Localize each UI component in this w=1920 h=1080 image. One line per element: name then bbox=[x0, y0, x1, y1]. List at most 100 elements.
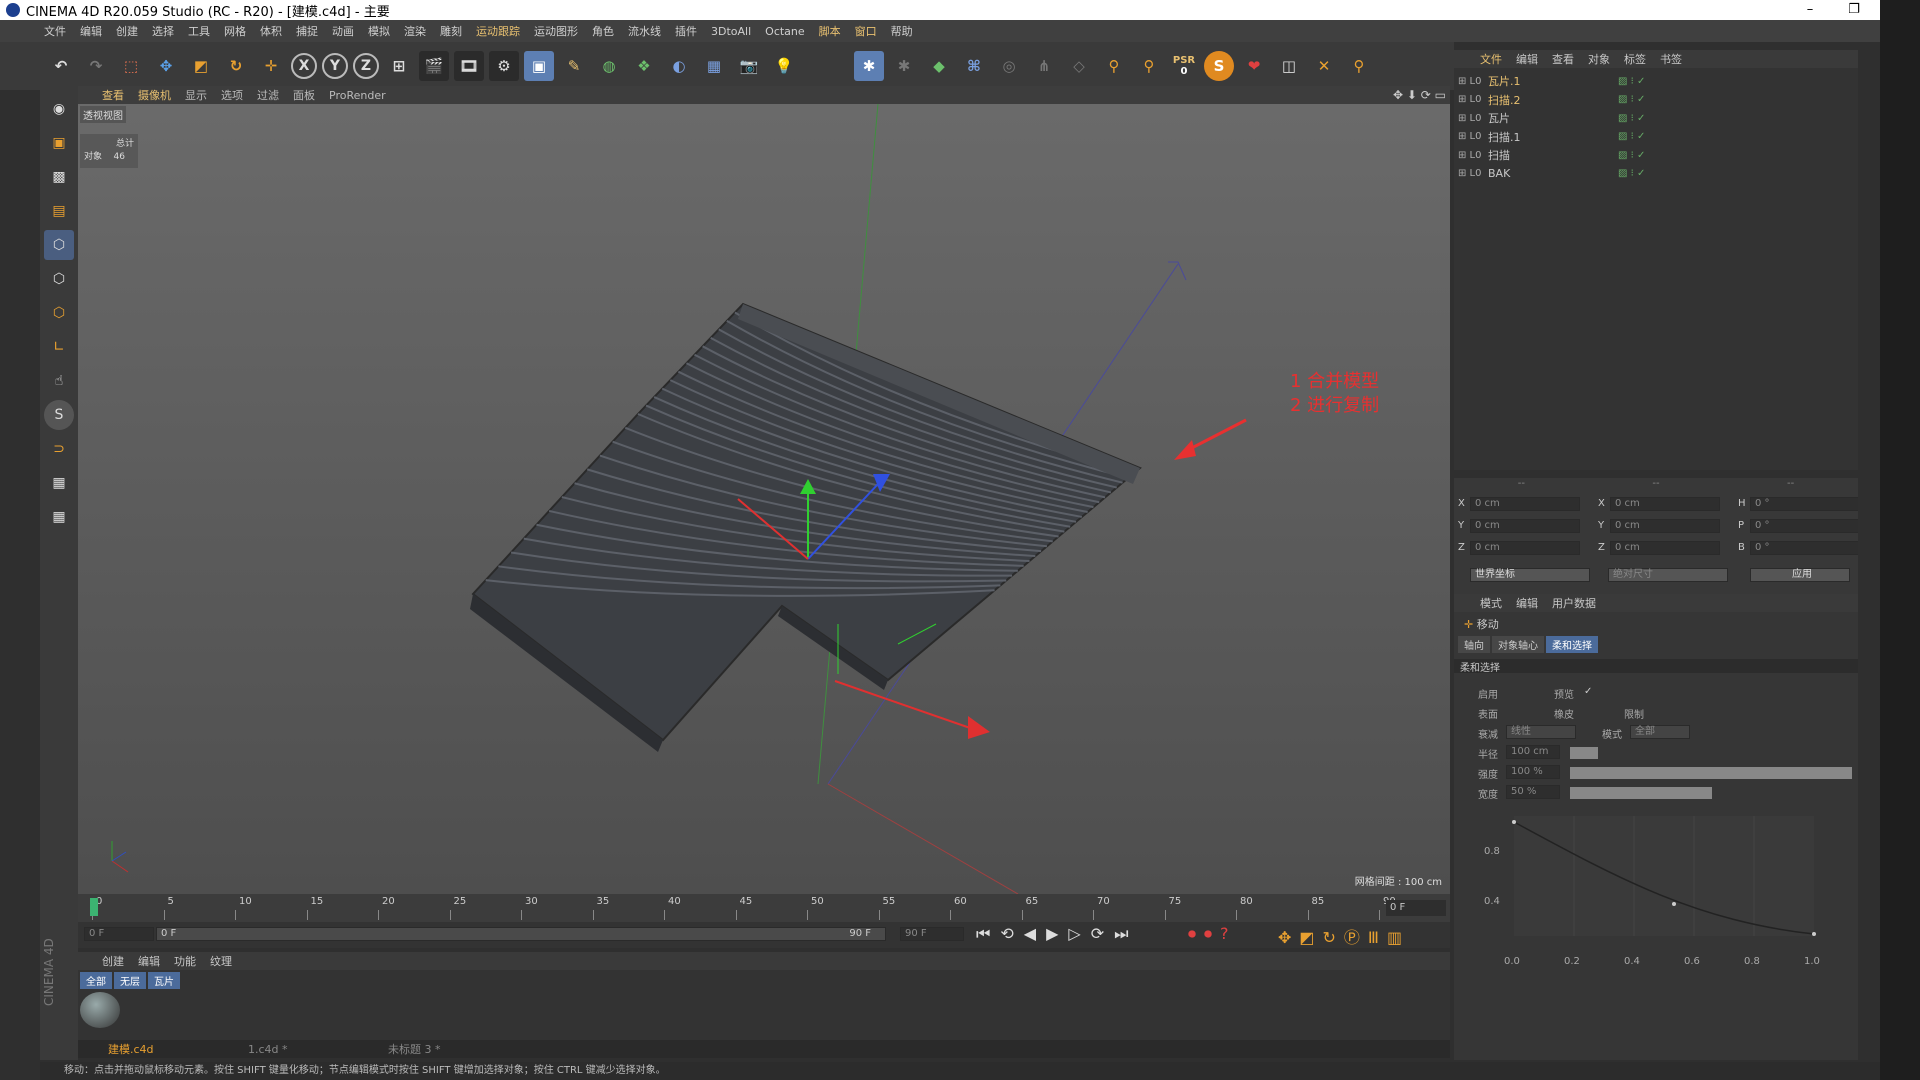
coordinate-system-icon[interactable]: ⊞ bbox=[384, 51, 414, 81]
material-filter-tab[interactable]: 无层 bbox=[114, 972, 146, 989]
viewport-menu-item[interactable]: 面板 bbox=[293, 87, 315, 103]
polygons-mode-icon[interactable]: ⬡ bbox=[44, 298, 74, 328]
object-row[interactable]: ⊞ L0 扫描.2 ▨ ⁝ ✓ bbox=[1458, 91, 1858, 109]
world-coord-dropdown[interactable]: 世界坐标 bbox=[1470, 568, 1590, 582]
menu-item[interactable]: 文件 bbox=[44, 23, 66, 39]
file-tab[interactable]: 未标题 3 * bbox=[358, 1041, 498, 1057]
range-slider[interactable]: 0 F 90 F bbox=[156, 927, 886, 941]
plugin-b-icon[interactable]: ✱ bbox=[889, 51, 919, 81]
attr-menu-item[interactable]: 编辑 bbox=[1516, 595, 1538, 611]
scale-tool-icon[interactable]: ◩ bbox=[186, 51, 216, 81]
menu-item[interactable]: 运动图形 bbox=[534, 23, 578, 39]
menu-item[interactable]: 运动跟踪 bbox=[476, 23, 520, 39]
floor-icon[interactable]: ▦ bbox=[699, 51, 729, 81]
magnet-icon[interactable]: ⊃ bbox=[44, 434, 74, 464]
undo-icon[interactable]: ↶ bbox=[46, 51, 76, 81]
material-thumbnail[interactable] bbox=[80, 992, 120, 1028]
object-row[interactable]: ⊞ L0 BAK ▨ ⁝ ✓ bbox=[1458, 165, 1858, 183]
preview-check-icon[interactable]: ✓ bbox=[1584, 686, 1592, 697]
material-menu-item[interactable]: 纹理 bbox=[210, 953, 232, 969]
menu-item[interactable]: 体积 bbox=[260, 23, 282, 39]
model-mode-icon[interactable]: ▣ bbox=[44, 128, 74, 158]
object-menu-item[interactable]: 文件 bbox=[1480, 51, 1502, 67]
render-settings-icon[interactable]: ⚙ bbox=[489, 51, 519, 81]
apply-button[interactable]: 应用 bbox=[1750, 568, 1850, 582]
coord-value-field[interactable]: 0 ° bbox=[1750, 497, 1860, 511]
menu-item[interactable]: 角色 bbox=[592, 23, 614, 39]
plugin-k-icon[interactable]: ✕ bbox=[1309, 51, 1339, 81]
max-frame-field[interactable]: 90 F bbox=[900, 927, 964, 941]
cube-primitive-icon[interactable]: ▣ bbox=[524, 51, 554, 81]
plugin-j-icon[interactable]: ◫ bbox=[1274, 51, 1304, 81]
menu-item[interactable]: 帮助 bbox=[891, 23, 913, 39]
object-row[interactable]: ⊞ L0 扫描.1 ▨ ⁝ ✓ bbox=[1458, 128, 1858, 146]
light-icon[interactable]: 💡 bbox=[769, 51, 799, 81]
file-tab[interactable]: 建模.c4d bbox=[78, 1041, 218, 1057]
object-menu-item[interactable]: 书签 bbox=[1660, 51, 1682, 67]
menu-item[interactable]: 渲染 bbox=[404, 23, 426, 39]
x-axis-lock-button[interactable]: X bbox=[291, 53, 317, 79]
edges-mode-icon[interactable]: ⬡ bbox=[44, 264, 74, 294]
menu-item[interactable]: Octane bbox=[765, 25, 805, 38]
material-menu-item[interactable]: 创建 bbox=[102, 953, 124, 969]
menu-item[interactable]: 工具 bbox=[188, 23, 210, 39]
rotate-tool-icon[interactable]: ↻ bbox=[221, 51, 251, 81]
coord-value-field[interactable]: 0 cm bbox=[1610, 541, 1720, 555]
material-filter-tab[interactable]: 全部 bbox=[80, 972, 112, 989]
psr-button[interactable]: PSR 0 bbox=[1169, 51, 1199, 81]
z-axis-lock-button[interactable]: Z bbox=[353, 53, 379, 79]
viewport-menu-item[interactable]: 显示 bbox=[185, 87, 207, 103]
visibility-icon[interactable]: ▨ ⁝ ✓ bbox=[1618, 168, 1645, 179]
visibility-icon[interactable]: ▨ ⁝ ✓ bbox=[1618, 76, 1645, 87]
coord-value-field[interactable]: 0 cm bbox=[1470, 541, 1580, 555]
timeline[interactable]: 051015202530354045505560657075808590 0 F bbox=[78, 894, 1450, 922]
tweak-mode-icon[interactable]: ☝ bbox=[44, 366, 74, 396]
plugin-f-icon[interactable]: ◇ bbox=[1064, 51, 1094, 81]
render-picture-icon[interactable]: 🎞 bbox=[454, 51, 484, 81]
coord-value-field[interactable]: 0 cm bbox=[1610, 497, 1720, 511]
attr-tab[interactable]: 柔和选择 bbox=[1546, 636, 1598, 653]
coord-value-field[interactable]: 0 ° bbox=[1750, 541, 1860, 555]
make-editable-icon[interactable]: ◉ bbox=[44, 94, 74, 124]
menu-item[interactable]: 雕刻 bbox=[440, 23, 462, 39]
y-axis-lock-button[interactable]: Y bbox=[322, 53, 348, 79]
move-tool-icon[interactable]: ✥ bbox=[151, 51, 181, 81]
python-icon[interactable]: ⌘ bbox=[959, 51, 989, 81]
size-mode-dropdown[interactable]: 绝对尺寸 bbox=[1608, 568, 1728, 582]
object-row[interactable]: ⊞ L0 瓦片.1 ▨ ⁝ ✓ bbox=[1458, 72, 1858, 90]
restore-button[interactable]: ❐ bbox=[1832, 0, 1876, 20]
minimize-button[interactable]: – bbox=[1788, 0, 1832, 20]
axis-mode-icon[interactable]: ∟ bbox=[44, 332, 74, 362]
falloff-curve-graph[interactable] bbox=[1494, 816, 1834, 952]
menu-item[interactable]: 流水线 bbox=[628, 23, 661, 39]
viewport-menu-item[interactable]: 摄像机 bbox=[138, 87, 171, 103]
plugin-e-icon[interactable]: ⋔ bbox=[1029, 51, 1059, 81]
start-frame-field[interactable]: 0 F bbox=[84, 927, 154, 941]
coord-value-field[interactable]: 0 ° bbox=[1750, 519, 1860, 533]
menu-item[interactable]: 插件 bbox=[675, 23, 697, 39]
attr-tab[interactable]: 轴向 bbox=[1458, 636, 1490, 653]
material-menu-item[interactable]: 编辑 bbox=[138, 953, 160, 969]
plugin-i-icon[interactable]: ❤ bbox=[1239, 51, 1269, 81]
grid-icon[interactable]: ▦ bbox=[44, 502, 74, 532]
material-menu-item[interactable]: 功能 bbox=[174, 953, 196, 969]
mode-dropdown[interactable]: 全部 bbox=[1630, 725, 1690, 739]
viewport-menu-item[interactable]: ProRender bbox=[329, 89, 386, 102]
radius-slider[interactable] bbox=[1570, 747, 1598, 759]
menu-item[interactable]: 动画 bbox=[332, 23, 354, 39]
menu-item[interactable]: 窗口 bbox=[855, 23, 877, 39]
pen-spline-icon[interactable]: ✎ bbox=[559, 51, 589, 81]
attr-tab[interactable]: 对象轴心 bbox=[1492, 636, 1544, 653]
object-menu-item[interactable]: 查看 bbox=[1552, 51, 1574, 67]
snap-icon[interactable]: S bbox=[44, 400, 74, 430]
redo-icon[interactable]: ↷ bbox=[81, 51, 111, 81]
object-row[interactable]: ⊞ L0 瓦片 ▨ ⁝ ✓ bbox=[1458, 109, 1858, 127]
plugin-c-icon[interactable]: ◆ bbox=[924, 51, 954, 81]
file-tab[interactable]: 1.c4d * bbox=[218, 1043, 358, 1056]
deformer-icon[interactable]: ◐ bbox=[664, 51, 694, 81]
visibility-icon[interactable]: ▨ ⁝ ✓ bbox=[1618, 113, 1645, 124]
viewport-menu-item[interactable]: 选项 bbox=[221, 87, 243, 103]
select-tool-icon[interactable]: ⬚ bbox=[116, 51, 146, 81]
key-controls[interactable]: ✥◩↻ⓅⅢ▥ bbox=[1278, 924, 1410, 948]
points-mode-icon[interactable]: ⬡ bbox=[44, 230, 74, 260]
